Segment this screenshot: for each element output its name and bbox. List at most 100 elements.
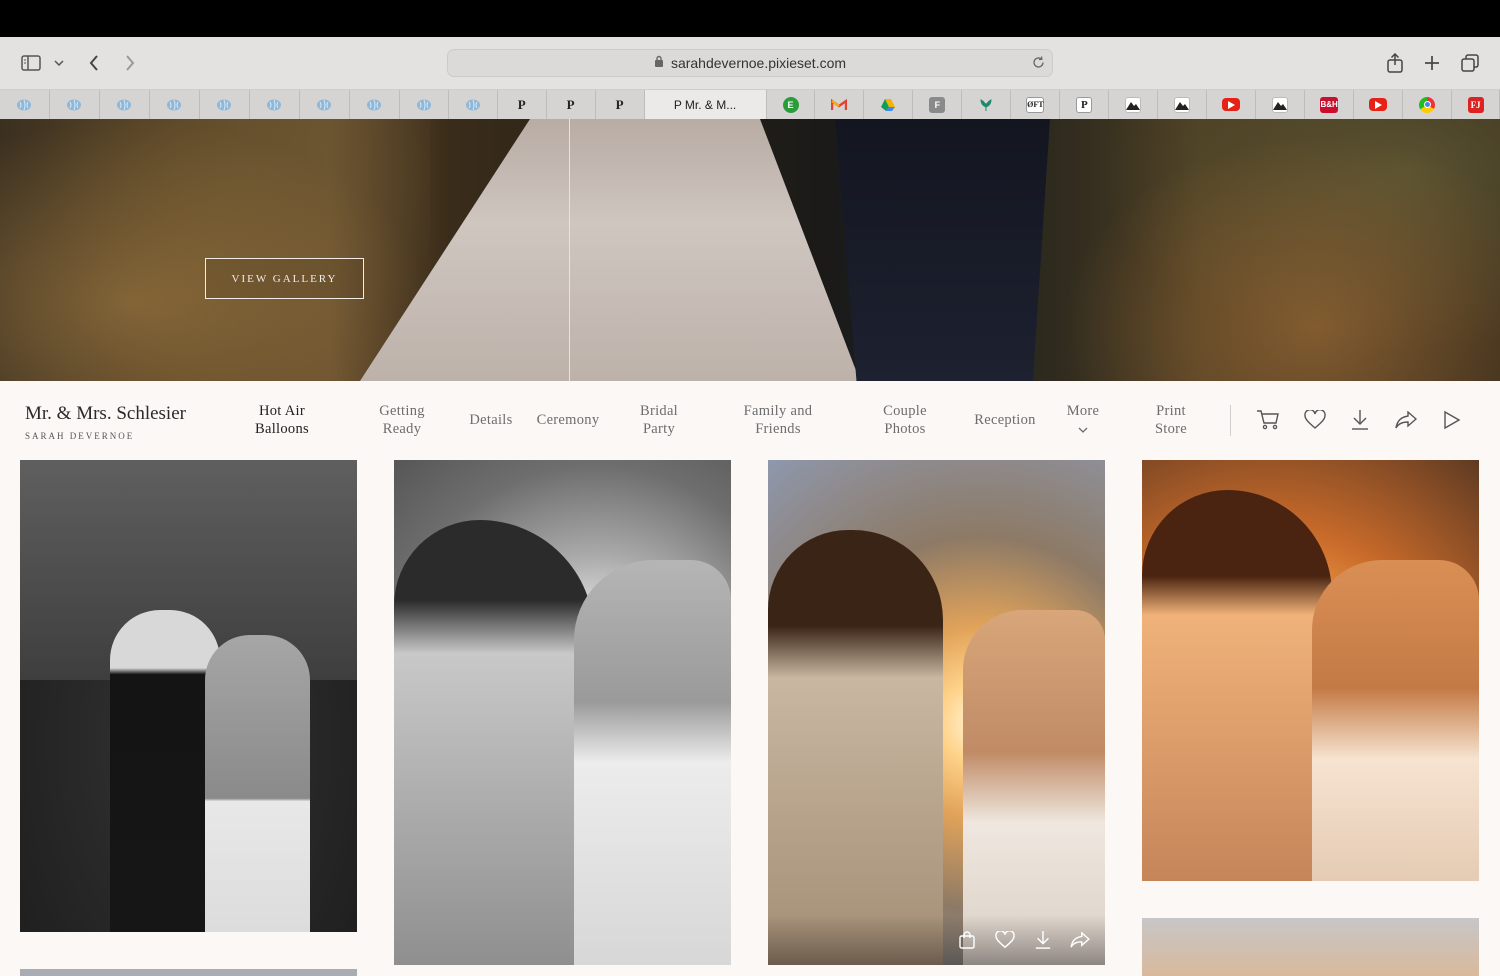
tab[interactable]: ØFT xyxy=(1011,90,1061,119)
lock-icon xyxy=(654,55,664,71)
address-bar[interactable]: sarahdevernoe.pixieset.com xyxy=(447,49,1053,77)
back-arrow-icon[interactable] xyxy=(84,51,104,75)
tab[interactable] xyxy=(300,90,350,119)
tab[interactable] xyxy=(100,90,150,119)
nav-more[interactable]: More xyxy=(1060,402,1106,439)
tab[interactable]: E xyxy=(767,90,816,119)
nav-label: Bridal xyxy=(639,403,679,419)
tab[interactable] xyxy=(1256,90,1306,119)
nav-bridal-party[interactable]: Bridal Party xyxy=(630,402,688,438)
tab[interactable] xyxy=(200,90,250,119)
sidebar-toggle-icon[interactable] xyxy=(20,51,42,75)
cover-photo: VIEW GALLERY xyxy=(0,119,1500,381)
nav-divider xyxy=(1230,405,1231,436)
tab[interactable] xyxy=(962,90,1012,119)
blue-brain-icon xyxy=(66,97,82,113)
pixieset-icon: P xyxy=(615,96,624,112)
tab[interactable] xyxy=(1158,90,1208,119)
blue-brain-icon xyxy=(266,97,282,113)
tab[interactable] xyxy=(815,90,865,119)
fj-icon: FJ xyxy=(1467,96,1484,113)
pixieset-icon: P xyxy=(517,96,526,112)
heart-icon[interactable] xyxy=(1303,408,1327,432)
new-tab-plus-icon[interactable] xyxy=(1421,51,1443,75)
tab[interactable] xyxy=(1354,90,1404,119)
nav-print-store[interactable]: Print Store xyxy=(1146,402,1196,438)
nav-label: Family and xyxy=(743,403,813,419)
blue-brain-icon xyxy=(216,97,232,113)
tab[interactable]: FJ xyxy=(1452,90,1500,119)
nav-label: Couple xyxy=(883,403,927,419)
tab[interactable]: P xyxy=(1060,90,1110,119)
heart-icon[interactable] xyxy=(994,929,1016,951)
top-black-bar xyxy=(0,0,1500,37)
mountain-icon xyxy=(1272,96,1289,113)
nav-label: More xyxy=(1066,403,1100,419)
f-icon: F xyxy=(929,96,946,113)
shopping-bag-icon[interactable] xyxy=(956,929,978,951)
tab[interactable]: P xyxy=(596,90,645,119)
photo-person xyxy=(394,520,594,965)
gallery-photo-hovered[interactable] xyxy=(768,460,1105,965)
tab[interactable]: P xyxy=(547,90,596,119)
tab-label: P Mr. & M... xyxy=(673,97,737,112)
photo-person xyxy=(1142,490,1332,881)
play-slideshow-icon[interactable] xyxy=(1440,408,1464,432)
browser-toolbar: sarahdevernoe.pixieset.com xyxy=(0,37,1500,90)
gallery-photo[interactable] xyxy=(1142,918,1479,976)
tab[interactable] xyxy=(1403,90,1453,119)
gallery-photo[interactable] xyxy=(394,460,731,965)
share-icon[interactable] xyxy=(1384,51,1406,75)
share-icon[interactable] xyxy=(1069,929,1091,951)
reload-icon[interactable] xyxy=(1031,55,1046,73)
tab[interactable] xyxy=(400,90,449,119)
tab[interactable]: F xyxy=(913,90,963,119)
nav-family-and-friends[interactable]: Family and Friends xyxy=(732,402,824,438)
tab[interactable] xyxy=(1109,90,1159,119)
tab[interactable] xyxy=(150,90,200,119)
photo-person xyxy=(574,560,731,965)
nav-label: Getting xyxy=(379,403,425,419)
gallery-photo[interactable] xyxy=(20,460,357,932)
download-icon[interactable] xyxy=(1032,929,1054,951)
photo-action-overlay xyxy=(768,915,1105,965)
tab[interactable]: B&H xyxy=(1305,90,1355,119)
gallery-photo[interactable] xyxy=(20,969,357,976)
tab[interactable] xyxy=(350,90,400,119)
blue-brain-icon xyxy=(166,97,182,113)
nav-label: Friends xyxy=(755,421,801,437)
tab[interactable] xyxy=(250,90,300,119)
tab[interactable]: P xyxy=(498,90,547,119)
wedding-dress xyxy=(360,119,860,381)
gallery-photo[interactable] xyxy=(1142,460,1479,881)
forward-arrow-icon[interactable] xyxy=(120,51,140,75)
nav-getting-ready[interactable]: Getting Ready xyxy=(368,402,436,438)
share-icon[interactable] xyxy=(1394,408,1418,432)
chevron-down-icon[interactable] xyxy=(52,51,66,75)
view-gallery-button[interactable]: VIEW GALLERY xyxy=(205,258,364,299)
ft-icon: ØFT xyxy=(1026,96,1045,113)
blue-brain-icon xyxy=(465,97,481,113)
nav-hot-air-balloons[interactable]: Hot Air Balloons xyxy=(246,402,318,438)
nav-ceremony[interactable]: Ceremony xyxy=(530,411,606,429)
nav-label: Reception xyxy=(974,412,1036,428)
tab[interactable] xyxy=(1207,90,1257,119)
nav-couple-photos[interactable]: Couple Photos xyxy=(870,402,940,438)
mountain-icon xyxy=(1125,96,1142,113)
photographer-name: SARAH DEVERNOE xyxy=(25,431,135,441)
download-icon[interactable] xyxy=(1348,408,1372,432)
url-text: sarahdevernoe.pixieset.com xyxy=(670,55,847,71)
tab-overview-icon[interactable] xyxy=(1459,51,1481,75)
tab[interactable] xyxy=(864,90,914,119)
tab[interactable] xyxy=(0,90,50,119)
nav-label: Photos xyxy=(884,421,926,437)
cart-icon[interactable] xyxy=(1256,408,1280,432)
nav-reception[interactable]: Reception xyxy=(966,411,1044,429)
nav-label: Balloons xyxy=(255,421,309,437)
tab[interactable] xyxy=(449,90,498,119)
tab-active[interactable]: P Mr. & M... xyxy=(644,90,767,119)
tab[interactable] xyxy=(50,90,100,119)
groom-suit xyxy=(835,119,1050,381)
p-box-icon: P xyxy=(1076,96,1093,113)
nav-details[interactable]: Details xyxy=(462,411,520,429)
